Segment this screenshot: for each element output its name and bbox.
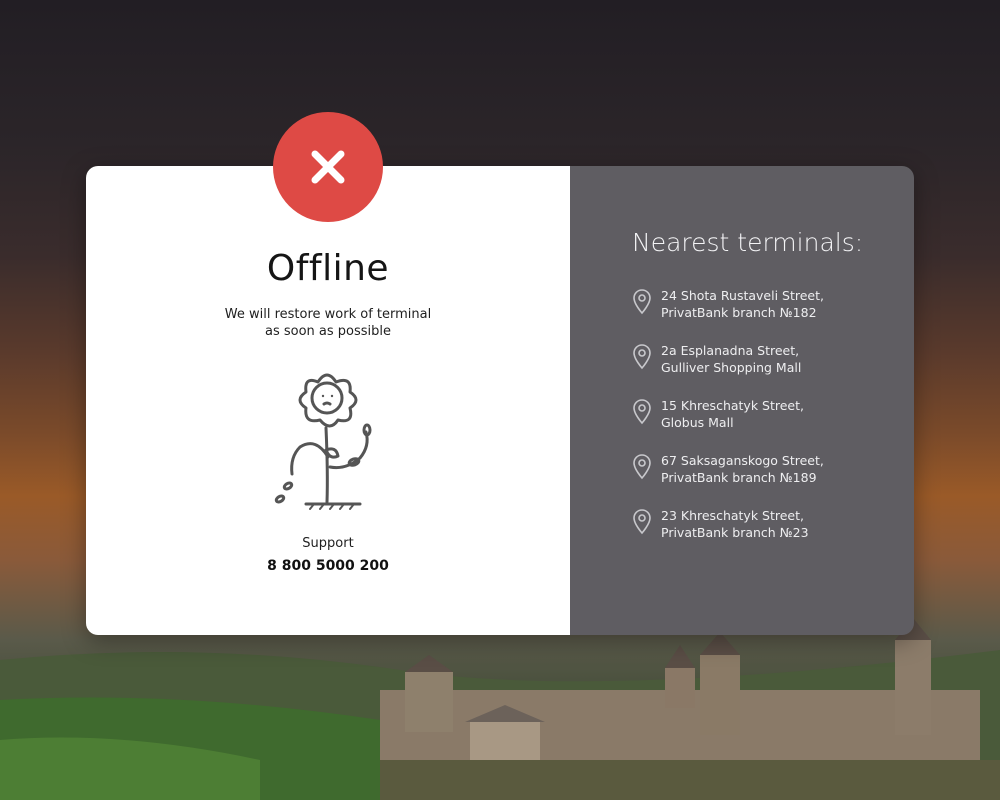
terminal-address: 23 Khreschatyk Street,	[661, 508, 804, 523]
panel-title: Nearest terminals:	[632, 228, 864, 257]
location-pin-icon	[633, 344, 651, 370]
terminal-address: 24 Shota Rustaveli Street,	[661, 288, 825, 303]
location-pin-icon	[633, 509, 651, 535]
terminal-address: 15 Khreschatyk Street,	[661, 398, 804, 413]
status-panel: Offline We will restore work of terminal…	[86, 166, 570, 635]
terminal-item[interactable]: 23 Khreschatyk Street, PrivatBank branch…	[632, 507, 914, 562]
terminal-place: Globus Mall	[661, 415, 734, 430]
terminal-place: Gulliver Shopping Mall	[661, 360, 802, 375]
terminal-item[interactable]: 2a Esplanadna Street, Gulliver Shopping …	[632, 342, 914, 397]
terminal-place: PrivatBank branch №182	[661, 305, 817, 320]
terminal-place: PrivatBank branch №23	[661, 525, 809, 540]
sad-flower-illustration	[266, 362, 396, 512]
location-pin-icon	[633, 289, 651, 315]
terminal-item[interactable]: 15 Khreschatyk Street, Globus Mall	[632, 397, 914, 452]
page-title: Offline	[266, 248, 390, 289]
support-label: Support	[302, 536, 354, 551]
terminal-address: 2a Esplanadna Street,	[661, 343, 800, 358]
nearest-terminals-panel: Nearest terminals: 24 Shota Rustaveli St…	[570, 166, 914, 635]
offline-status-badge	[273, 112, 383, 222]
location-pin-icon	[633, 399, 651, 425]
close-icon	[311, 150, 345, 184]
terminal-address: 67 Saksaganskogo Street,	[661, 453, 824, 468]
terminal-item[interactable]: 67 Saksaganskogo Street, PrivatBank bran…	[632, 452, 914, 507]
location-pin-icon	[633, 454, 651, 480]
status-message-line2: as soon as possible	[264, 324, 392, 339]
offline-card: Offline We will restore work of terminal…	[86, 166, 914, 635]
status-message-line1: We will restore work of terminal	[224, 307, 432, 322]
status-message: We will restore work of terminal as soon…	[86, 306, 570, 340]
terminal-place: PrivatBank branch №189	[661, 470, 817, 485]
support-phone[interactable]: 8 800 5000 200	[86, 558, 570, 574]
terminal-item[interactable]: 24 Shota Rustaveli Street, PrivatBank br…	[632, 287, 914, 342]
